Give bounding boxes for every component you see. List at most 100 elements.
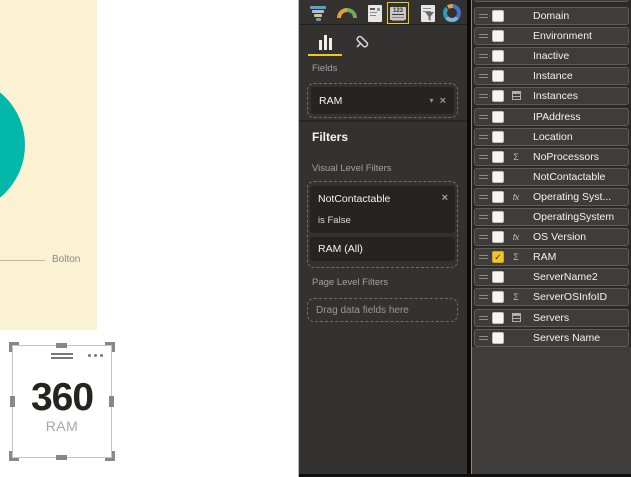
- visual-level-filters-label: Visual Level Filters: [312, 163, 392, 174]
- field-label: NoProcessors: [533, 151, 599, 163]
- field-checkbox[interactable]: ✓: [492, 171, 504, 183]
- field-row[interactable]: ✓ IPAddress: [474, 108, 629, 126]
- field-checkbox[interactable]: ✓: [492, 231, 504, 243]
- funnel-chart-icon[interactable]: [307, 2, 329, 24]
- filter-condition: is False: [318, 215, 351, 226]
- calculated-column-icon: fx: [512, 192, 520, 202]
- drag-handle-icon[interactable]: [479, 92, 488, 100]
- field-checkbox[interactable]: ✓: [492, 191, 504, 203]
- drag-handle-icon[interactable]: [479, 133, 488, 141]
- field-row[interactable]: ✓ Inactive: [474, 47, 629, 65]
- field-row[interactable]: ✓ Domain: [474, 7, 629, 25]
- field-row[interactable]: ✓ Σ ServerOSInfoID: [474, 288, 629, 306]
- field-checkbox[interactable]: ✓: [492, 332, 504, 344]
- field-row[interactable]: ✓ Environment: [474, 27, 629, 45]
- chevron-down-icon[interactable]: ▾: [424, 96, 440, 105]
- field-row[interactable]: ✓ OperatingSystem: [474, 208, 629, 226]
- filter-field-name: NotContactable: [318, 193, 391, 205]
- donut-chart-visual[interactable]: Bolton: [0, 0, 97, 330]
- field-checkbox[interactable]: ✓: [492, 291, 504, 303]
- field-pill-label: RAM: [319, 94, 343, 107]
- drag-handle-icon[interactable]: [479, 12, 488, 20]
- field-label: ServerName2: [533, 271, 598, 283]
- drag-handle-icon[interactable]: [479, 273, 488, 281]
- drag-handle-icon[interactable]: [479, 52, 488, 60]
- drag-handle-icon[interactable]: [479, 253, 488, 261]
- drag-handle-icon[interactable]: [479, 314, 488, 322]
- field-row[interactable]: ✓ fx Operating Syst...: [474, 188, 629, 206]
- slicer-icon[interactable]: [417, 2, 439, 24]
- drag-handle-icon[interactable]: [479, 153, 488, 161]
- field-label: Instance: [533, 70, 573, 82]
- resize-corner-bottom-left[interactable]: [9, 451, 19, 461]
- field-checkbox[interactable]: ✓: [492, 251, 504, 263]
- field-label: Environment: [533, 30, 592, 42]
- field-checkbox[interactable]: ✓: [492, 151, 504, 163]
- drag-handle-icon[interactable]: [479, 173, 488, 181]
- field-row[interactable]: ✓ Σ RAM: [474, 248, 629, 266]
- filter-card-notcontactable[interactable]: NotContactable × is False: [310, 186, 455, 233]
- field-checkbox[interactable]: ✓: [492, 50, 504, 62]
- more-options-icon[interactable]: [88, 354, 103, 357]
- drag-handle-icon[interactable]: [479, 233, 488, 241]
- drag-handle-icon[interactable]: [479, 334, 488, 342]
- field-checkbox[interactable]: ✓: [492, 131, 504, 143]
- field-row-clipped[interactable]: [474, 0, 629, 2]
- drag-handle-icon[interactable]: [479, 72, 488, 80]
- resize-corner-top-left[interactable]: [9, 342, 19, 352]
- field-row[interactable]: ✓ Servers Name: [474, 329, 629, 347]
- filter-card-ram[interactable]: RAM (All): [310, 237, 455, 261]
- tab-format[interactable]: [345, 30, 379, 54]
- visualizations-pane: 123 Fields RAM ▾ × Filters Visual Level …: [298, 0, 467, 477]
- drag-handle-icon[interactable]: [479, 293, 488, 301]
- remove-field-icon[interactable]: ×: [440, 95, 454, 107]
- field-rows-area: ✓ Domain ✓ Environment ✓ Inactive ✓ Inst…: [472, 0, 631, 347]
- field-checkbox[interactable]: ✓: [492, 90, 504, 102]
- page-level-filters-well[interactable]: Drag data fields here: [307, 298, 458, 322]
- field-label: RAM: [533, 251, 557, 263]
- field-row[interactable]: ✓ ServerName2: [474, 268, 629, 286]
- drag-handle-icon[interactable]: [479, 213, 488, 221]
- resize-corner-bottom-right[interactable]: [105, 451, 115, 461]
- table-icon: [507, 312, 525, 324]
- field-checkbox[interactable]: ✓: [492, 271, 504, 283]
- field-checkbox[interactable]: ✓: [492, 111, 504, 123]
- resize-corner-top-right[interactable]: [105, 342, 115, 352]
- drag-handle-icon[interactable]: [479, 32, 488, 40]
- drag-grip-icon[interactable]: [51, 353, 73, 361]
- sum-icon: Σ: [513, 152, 519, 162]
- fields-pane: ✓ Domain ✓ Environment ✓ Inactive ✓ Inst…: [471, 0, 631, 477]
- multi-row-card-icon[interactable]: [364, 2, 386, 24]
- field-row[interactable]: ✓ fx OS Version: [474, 228, 629, 246]
- field-checkbox[interactable]: ✓: [492, 312, 504, 324]
- drag-handle-icon[interactable]: [479, 113, 488, 121]
- field-row[interactable]: ✓ Location: [474, 128, 629, 146]
- field-label: Servers: [533, 312, 570, 324]
- card-visual[interactable]: 360 RAM: [9, 342, 115, 461]
- remove-filter-icon[interactable]: ×: [442, 192, 448, 204]
- field-row[interactable]: ✓ NotContactable: [474, 168, 629, 186]
- tab-fields[interactable]: [308, 30, 342, 54]
- card-icon[interactable]: 123: [387, 2, 409, 24]
- field-row[interactable]: ✓ Σ NoProcessors: [474, 148, 629, 166]
- visual-gallery: 123: [299, 0, 467, 25]
- field-label: Inactive: [533, 50, 570, 62]
- field-row[interactable]: ✓ Instances: [474, 87, 629, 105]
- resize-handle-top[interactable]: [56, 343, 67, 348]
- field-pill-ram[interactable]: RAM ▾ ×: [311, 87, 454, 114]
- report-canvas[interactable]: Bolton 360 RAM: [0, 0, 298, 477]
- field-row[interactable]: ✓ Instance: [474, 67, 629, 85]
- card-icon-text: 123: [392, 7, 404, 15]
- gauge-icon[interactable]: [336, 2, 358, 24]
- drag-handle-icon[interactable]: [479, 193, 488, 201]
- donut-chart-icon[interactable]: [441, 2, 463, 24]
- resize-handle-bottom[interactable]: [56, 455, 67, 460]
- donut-slice[interactable]: [0, 77, 25, 213]
- field-checkbox[interactable]: ✓: [492, 30, 504, 42]
- sum-icon: Σ: [513, 292, 519, 302]
- donut-data-label: Bolton: [52, 254, 81, 265]
- field-checkbox[interactable]: ✓: [492, 10, 504, 22]
- field-row[interactable]: ✓ Servers: [474, 309, 629, 327]
- field-checkbox[interactable]: ✓: [492, 211, 504, 223]
- field-checkbox[interactable]: ✓: [492, 70, 504, 82]
